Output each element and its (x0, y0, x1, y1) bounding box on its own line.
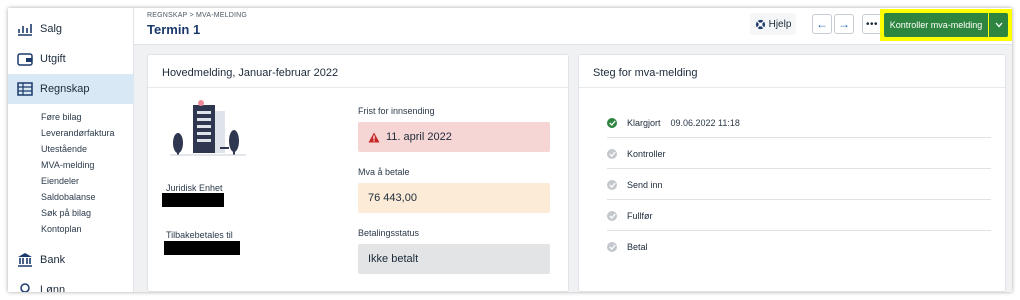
sidebar: Salg Utgift Regnskap Føre bilag Leverand… (8, 8, 134, 292)
payroll-icon (20, 283, 30, 292)
page-title: Termin 1 (147, 22, 201, 37)
mva-value-box: 76 443,00 (358, 183, 550, 213)
more-options-button[interactable]: ••• (862, 14, 882, 34)
step-label: Betal (627, 242, 648, 252)
sidebar-item-utgift[interactable]: Utgift (8, 44, 134, 74)
bank-icon (18, 253, 32, 267)
step-label: Klargjort (627, 117, 661, 128)
ledger-icon (17, 82, 33, 96)
redacted-entity (162, 193, 224, 207)
sidebar-subitem-kontoplan[interactable]: Kontoplan (41, 224, 82, 234)
betalingsstatus-value-box: Ikke betalt (358, 244, 550, 274)
page-header: REGNSKAP > MVA-MELDING Termin 1 Hjelp ← … (134, 8, 1012, 45)
primary-action-highlight: Kontroller mva-melding (880, 9, 1012, 41)
steps-card: Steg for mva-melding Klargjort 09.06.202… (578, 54, 1006, 292)
check-circle-icon (607, 117, 617, 128)
mva-value: 76 443,00 (368, 192, 417, 204)
mva-label: Mva å betale (358, 167, 410, 177)
building-illustration (170, 100, 246, 156)
warning-icon (368, 132, 380, 142)
more-icon: ••• (865, 18, 878, 30)
sidebar-item-salg[interactable]: Salg (8, 14, 134, 44)
previous-button[interactable]: ← (812, 14, 832, 34)
betalingsstatus-label: Betalingsstatus (358, 228, 420, 238)
check-circle-icon (607, 148, 617, 159)
app-window: Salg Utgift Regnskap Føre bilag Leverand… (8, 8, 1012, 292)
juridisk-enhet-label: Juridisk Enhet (166, 183, 223, 193)
step-kontroller: Kontroller (607, 139, 991, 169)
primary-action-dropdown[interactable] (989, 13, 1008, 37)
step-fullfor: Fullfør (607, 201, 991, 231)
sidebar-item-bank[interactable]: Bank (8, 245, 134, 275)
main-report-card: Hovedmelding, Januar-februar 2022 Juridi… (147, 54, 569, 292)
step-timestamp: 09.06.2022 11:18 (670, 117, 740, 128)
next-button[interactable]: → (834, 14, 854, 34)
step-label: Send inn (627, 179, 663, 190)
breadcrumb[interactable]: REGNSKAP > MVA-MELDING (147, 12, 247, 19)
tilbakebetales-label: Tilbakebetales til (166, 230, 233, 240)
step-label: Fullfør (627, 210, 653, 221)
lifebuoy-icon (755, 19, 765, 29)
arrow-left-icon: ← (816, 17, 828, 31)
sidebar-subitem-saldobalanse[interactable]: Saldobalanse (41, 192, 96, 202)
sidebar-subitem-fore-bilag[interactable]: Føre bilag (41, 112, 82, 122)
card-title: Steg for mva-melding (593, 67, 698, 79)
redacted-account (164, 241, 240, 255)
arrow-right-icon: → (838, 17, 850, 31)
chart-icon (18, 24, 32, 36)
sidebar-subitem-mva-melding[interactable]: MVA-melding (41, 160, 94, 170)
sidebar-item-regnskap[interactable]: Regnskap (8, 74, 134, 104)
betalingsstatus-value: Ikke betalt (368, 253, 419, 265)
sidebar-item-lonn[interactable]: Lønn (8, 275, 134, 292)
step-klargjort: Klargjort 09.06.2022 11:18 (607, 108, 991, 138)
check-circle-icon (607, 242, 617, 252)
check-circle-icon (607, 210, 617, 221)
step-betal: Betal (607, 232, 991, 262)
frist-label: Frist for innsending (358, 106, 435, 116)
sidebar-subitem-utestaende[interactable]: Utestående (41, 144, 87, 154)
sidebar-item-label: Bank (40, 254, 66, 266)
chevron-down-icon (995, 22, 1002, 28)
step-send-inn: Send inn (607, 170, 991, 200)
sidebar-subitem-sok-pa-bilag[interactable]: Søk på bilag (41, 208, 91, 218)
card-title: Hovedmelding, Januar-februar 2022 (162, 67, 339, 79)
sidebar-item-label: Lønn (40, 284, 66, 292)
kontroller-mva-melding-button[interactable]: Kontroller mva-melding (884, 13, 988, 37)
sidebar-item-label: Salg (40, 23, 63, 35)
frist-value-box: 11. april 2022 (358, 122, 550, 152)
step-label: Kontroller (627, 148, 666, 159)
sidebar-item-label: Regnskap (40, 83, 90, 95)
divider (148, 87, 568, 88)
sidebar-subitem-eiendeler[interactable]: Eiendeler (41, 176, 79, 186)
frist-value: 11. april 2022 (386, 131, 452, 143)
divider (579, 87, 1005, 88)
wallet-icon (17, 53, 33, 66)
sidebar-item-label: Utgift (40, 53, 66, 65)
help-label: Hjelp (768, 18, 792, 30)
help-button[interactable]: Hjelp (750, 13, 796, 35)
check-circle-icon (607, 179, 617, 190)
sidebar-subitem-leverandorfaktura[interactable]: Leverandørfaktura (41, 128, 115, 138)
